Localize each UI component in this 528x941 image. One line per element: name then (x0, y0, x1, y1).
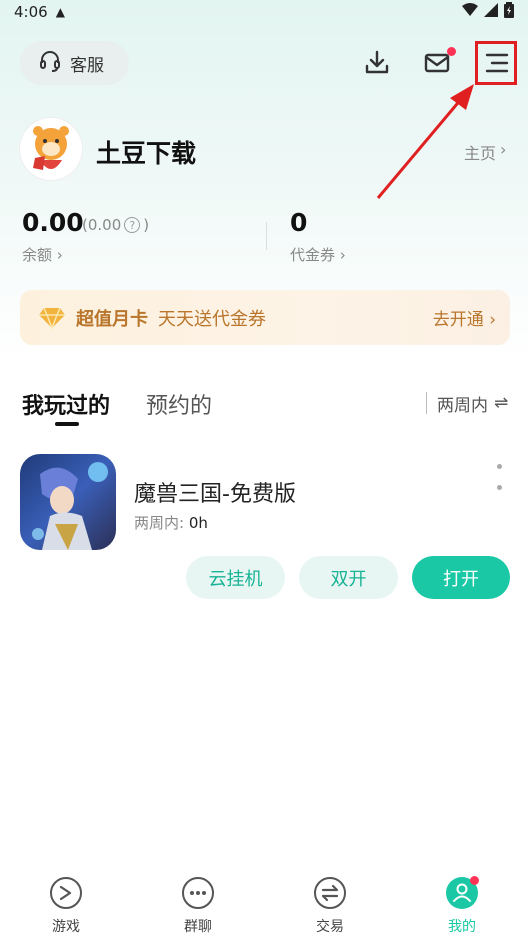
swap-icon: ⇌ (494, 393, 509, 413)
dual-open-button[interactable]: 双开 (299, 556, 398, 599)
tab-reserved[interactable]: 预约的 (146, 388, 212, 420)
status-bar: 4:06 ▲ (0, 0, 528, 24)
balance-label: 余额 (22, 246, 53, 264)
nav-item-games[interactable]: 游戏 (0, 860, 132, 941)
tab-played[interactable]: 我玩过的 (22, 388, 110, 420)
nav-label-trade: 交易 (316, 919, 344, 935)
nav-item-chat[interactable]: 群聊 (132, 860, 264, 941)
customer-service-button[interactable]: 客服 (20, 41, 129, 85)
balance-sub-close: ) (143, 216, 150, 234)
balance-link[interactable]: 余额 › (22, 244, 63, 265)
balance-sub: (0.00 ? ) (82, 216, 149, 234)
help-icon[interactable]: ? (124, 217, 141, 233)
status-icons (462, 2, 514, 22)
nav-label-games: 游戏 (52, 919, 80, 935)
cloud-hosting-button[interactable]: 云挂机 (186, 556, 285, 599)
game-playtime-label: 两周内: (134, 514, 185, 532)
profile-badge (470, 876, 479, 885)
home-link-label: 主页 (464, 144, 497, 163)
battery-icon (504, 2, 514, 22)
home-link[interactable]: 主页 › (464, 140, 506, 164)
customer-service-label: 客服 (70, 55, 104, 76)
tab-active-indicator (55, 422, 79, 426)
vip-monthly-card-banner[interactable]: 超值月卡 天天送代金券 去开通 › (20, 290, 510, 345)
game-playtime-value: 0h (188, 514, 208, 532)
game-icon (50, 877, 82, 909)
headset-icon (38, 49, 62, 78)
balance-sub-value: (0.00 (82, 216, 122, 234)
wifi-icon (462, 3, 478, 21)
voucher-value[interactable]: 0 (290, 208, 307, 237)
status-time: 4:06 (14, 3, 48, 21)
nav-label-profile: 我的 (448, 919, 476, 935)
tiger-avatar-icon (20, 118, 82, 180)
game-playtime: 两周内: 0h (134, 512, 208, 533)
game-icon-image[interactable] (20, 454, 116, 550)
diamond-icon (39, 307, 65, 329)
more-options-icon[interactable] (495, 464, 503, 490)
time-filter-button[interactable]: 两周内 ⇌ (426, 392, 509, 416)
chevron-right-icon: › (500, 140, 507, 159)
nav-label-chat: 群聊 (184, 919, 212, 935)
vip-activate-link[interactable]: 去开通 › (433, 305, 496, 330)
download-icon (365, 50, 389, 74)
chevron-right-icon: › (489, 310, 496, 330)
nav-item-profile[interactable]: 我的 (396, 860, 528, 941)
bottom-nav: 游戏 群聊 交易 我的 (0, 860, 528, 941)
voucher-label: 代金券 (290, 246, 336, 264)
vip-title: 超值月卡 (76, 308, 148, 330)
signal-icon (484, 3, 498, 21)
balance-value[interactable]: 0.00 (22, 208, 84, 237)
time-filter-label: 两周内 (437, 395, 488, 416)
message-badge (447, 47, 456, 56)
chevron-right-icon: › (56, 246, 63, 264)
game-title[interactable]: 魔兽三国-免费版 (134, 476, 296, 508)
message-button[interactable] (420, 46, 456, 80)
annotation-highlight-box (475, 41, 517, 85)
username: 土豆下载 (96, 139, 197, 168)
vip-description: 天天送代金券 (158, 308, 266, 330)
vip-cta-label: 去开通 (432, 310, 484, 330)
open-game-button[interactable]: 打开 (412, 556, 510, 599)
chevron-right-icon: › (339, 246, 346, 264)
notification-icon: ▲ (55, 5, 65, 19)
chat-icon (182, 877, 214, 909)
voucher-link[interactable]: 代金券 › (290, 244, 346, 265)
download-button[interactable] (360, 46, 394, 80)
avatar[interactable] (20, 118, 82, 180)
nav-item-trade[interactable]: 交易 (264, 860, 396, 941)
wallet-divider (266, 222, 267, 250)
trade-icon (314, 877, 346, 909)
